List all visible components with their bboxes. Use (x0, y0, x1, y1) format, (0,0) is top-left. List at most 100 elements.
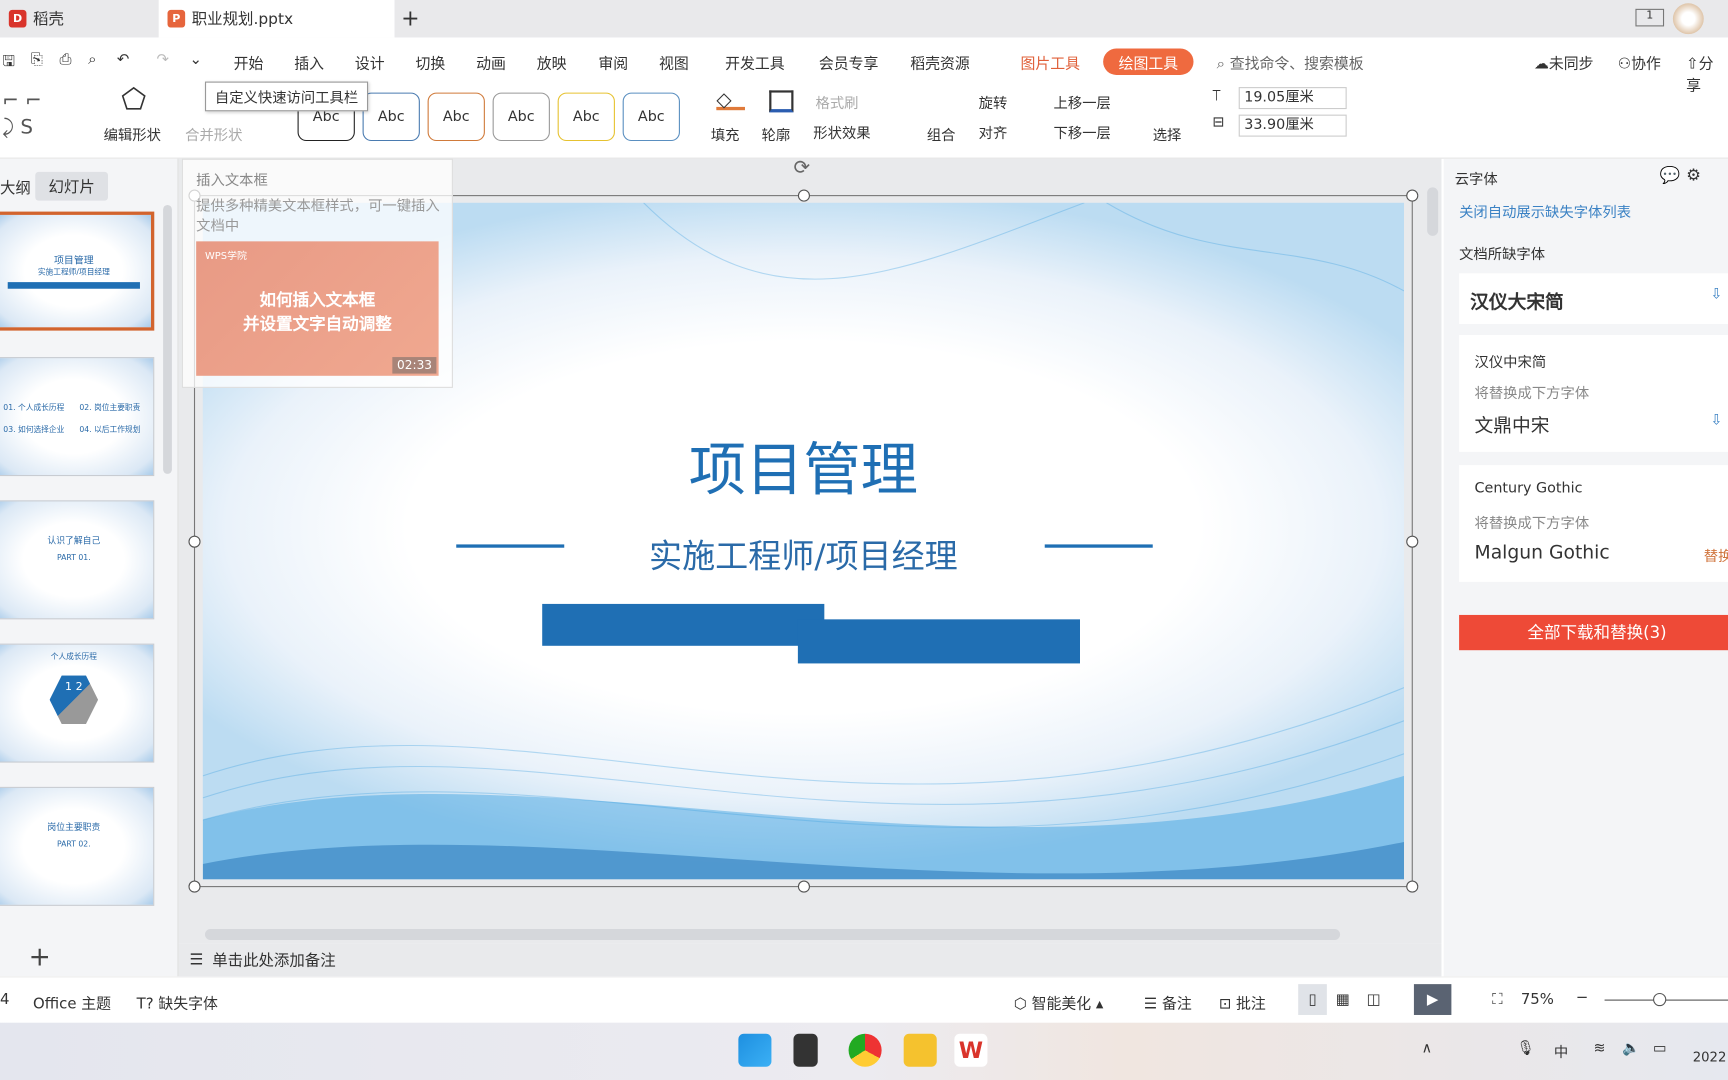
panel-scrollbar[interactable] (163, 204, 172, 474)
terminal-icon[interactable] (793, 1033, 818, 1067)
menu-animation[interactable]: 动画 (476, 51, 506, 73)
chat-icon[interactable]: 💬 (1660, 165, 1681, 185)
zoom-out-button[interactable]: − (1576, 989, 1588, 1007)
menu-insert[interactable]: 插入 (294, 51, 324, 73)
add-slide-button[interactable]: + (29, 941, 51, 972)
resize-handle[interactable] (1406, 535, 1419, 548)
preview-icon[interactable]: ⌕ (88, 51, 96, 69)
menu-developer[interactable]: 开发工具 (725, 51, 785, 73)
horizontal-scrollbar[interactable] (204, 929, 1341, 941)
tab-daoke[interactable]: D 稻壳 (0, 0, 154, 37)
sync-status[interactable]: ☁未同步 (1534, 51, 1594, 73)
shape-style-2[interactable]: Abc (362, 92, 420, 142)
zoom-slider[interactable] (1604, 992, 1728, 1007)
volume-icon[interactable]: 🔈 (1622, 1040, 1640, 1057)
shape-style-3[interactable]: Abc (427, 92, 485, 142)
theme-name[interactable]: Office 主题 (33, 991, 111, 1013)
fill-button[interactable]: 填充 (711, 123, 740, 145)
menu-picture-tools[interactable]: 图片工具 (1020, 51, 1080, 73)
comment-button[interactable]: ⊡ 批注 (1219, 991, 1266, 1013)
zoom-slider-thumb[interactable] (1653, 992, 1667, 1007)
normal-view-icon[interactable]: ▯ (1298, 984, 1327, 1015)
slide-thumbnail-2[interactable]: 01. 个人成长历程 02. 岗位主要职责 03. 如何选择企业 04. 以后工作规划 (0, 357, 155, 477)
font-card[interactable]: 汉仪大宋简 ⇩ (1459, 273, 1728, 324)
font-card[interactable]: 汉仪中宋简 将替换成下方字体 文鼎中宋 ⇩ (1459, 335, 1728, 452)
shape-width-input[interactable]: 33.90厘米 (1238, 114, 1347, 137)
slide-sorter-icon[interactable]: ▦ (1336, 991, 1350, 1009)
menu-home[interactable]: 开始 (234, 51, 264, 73)
download-all-button[interactable]: 全部下载和替换(3) (1459, 614, 1728, 651)
ime-indicator[interactable]: 中 (1554, 1040, 1568, 1062)
menu-slideshow[interactable]: 放映 (537, 51, 567, 73)
wifi-icon[interactable]: ≋ (1594, 1040, 1606, 1057)
notes-area[interactable]: ☰ 单击此处添加备注 (178, 943, 1442, 977)
format-painter-button[interactable]: 格式刷 (816, 91, 859, 113)
redo-icon[interactable]: ↷ (156, 51, 168, 69)
menu-design[interactable]: 设计 (355, 51, 385, 73)
search-command[interactable]: ⌕ 查找命令、搜索模板 (1217, 51, 1364, 73)
quick-access-dropdown-icon[interactable]: ⌄ (190, 51, 202, 69)
download-icon[interactable]: ⇩ (1710, 287, 1722, 304)
menu-drawing-tools[interactable]: 绘图工具 (1103, 48, 1194, 75)
select-button[interactable]: 选择 (1153, 123, 1182, 145)
tab-outline[interactable]: 大纲 (0, 176, 31, 198)
edit-shape-button[interactable]: 编辑形状 (104, 123, 161, 145)
bring-forward-button[interactable]: 上移一层 (1054, 91, 1111, 113)
slide-thumbnail-4[interactable]: 个人成长历程 1 2 (0, 643, 155, 763)
windows-start-icon[interactable] (738, 1033, 772, 1067)
tab-document[interactable]: P 职业规划.pptx (158, 0, 395, 38)
download-icon[interactable]: ⇩ (1710, 412, 1722, 429)
play-slideshow-button[interactable]: ▶ (1413, 984, 1452, 1015)
cloud-font-dropdown[interactable]: 云字体 (1455, 168, 1498, 189)
merge-shape-button[interactable]: 合并形状 (185, 123, 242, 145)
connector-shapes-gallery[interactable]: ⌐ ⌐ ⤸ S (2, 88, 42, 141)
vertical-scrollbar[interactable] (1427, 187, 1439, 236)
slide-thumbnail-5[interactable]: 岗位主要职责 PART 02. (0, 786, 155, 906)
font-card[interactable]: Century Gothic 将替换成下方字体 Malgun Gothic 替换 (1459, 465, 1728, 582)
resize-handle[interactable] (188, 535, 201, 548)
reading-view-icon[interactable]: ◫ (1367, 991, 1381, 1009)
shape-style-4[interactable]: Abc (492, 92, 550, 142)
battery-icon[interactable]: ▭ (1653, 1040, 1667, 1057)
wps-icon[interactable]: W (954, 1033, 988, 1067)
microphone-icon[interactable]: 🎙 (1516, 1040, 1534, 1057)
undo-icon[interactable]: ↶ (117, 51, 129, 69)
shape-style-5[interactable]: Abc (557, 92, 615, 142)
export-icon[interactable]: ⎘ (31, 51, 43, 69)
print-icon[interactable]: ⎙ (60, 51, 72, 69)
resize-handle[interactable] (1406, 880, 1419, 893)
replace-link[interactable]: 替换 (1704, 544, 1728, 566)
resize-handle[interactable] (797, 189, 810, 202)
notes-toggle-button[interactable]: ☰ 备注 (1144, 991, 1192, 1013)
resize-handle[interactable] (797, 880, 810, 893)
slide-thumbnail-3[interactable]: 认识了解自己 PART 01. (0, 500, 155, 620)
tray-expand-icon[interactable]: ∧ (1422, 1040, 1432, 1057)
menu-review[interactable]: 审阅 (598, 51, 628, 73)
rotate-handle-icon[interactable]: ⟳ (793, 156, 810, 179)
menu-member[interactable]: 会员专享 (819, 51, 879, 73)
tip-video[interactable]: WPS学院 如何插入文本框 并设置文字自动调整 02:33 (196, 241, 439, 376)
shape-height-input[interactable]: 19.05厘米 (1238, 87, 1347, 110)
rotate-button[interactable]: 旋转 (979, 91, 1008, 113)
outline-button[interactable]: 轮廓 (762, 123, 791, 145)
collaborate-button[interactable]: ⚇协作 (1618, 51, 1661, 73)
slide-thumbnail-1[interactable]: 项目管理 实施工程师/项目经理 (0, 211, 155, 331)
fit-window-icon[interactable]: ⛶ (1492, 991, 1502, 1009)
avatar[interactable] (1672, 3, 1704, 35)
chrome-icon[interactable] (848, 1033, 882, 1067)
shape-style-6[interactable]: Abc (622, 92, 680, 142)
align-button[interactable]: 对齐 (979, 121, 1008, 143)
group-button[interactable]: 组合 (927, 123, 956, 145)
tab-slides[interactable]: 幻灯片 (35, 171, 108, 201)
file-explorer-icon[interactable] (903, 1033, 937, 1067)
missing-font-button[interactable]: T? 缺失字体 (137, 991, 218, 1013)
zoom-level-dropdown[interactable]: 75% (1521, 991, 1554, 1009)
gear-icon[interactable]: ⚙ (1686, 165, 1701, 185)
resize-handle[interactable] (1406, 189, 1419, 202)
save-icon[interactable]: 🖫 (2, 51, 15, 76)
send-backward-button[interactable]: 下移一层 (1054, 121, 1111, 143)
close-auto-show-link[interactable]: 关闭自动展示缺失字体列表 (1459, 201, 1631, 222)
clock[interactable]: 2022 (1693, 1049, 1727, 1064)
menu-transition[interactable]: 切换 (415, 51, 445, 73)
smart-beautify-button[interactable]: ⬡ 智能美化 ▴ (1014, 991, 1103, 1013)
